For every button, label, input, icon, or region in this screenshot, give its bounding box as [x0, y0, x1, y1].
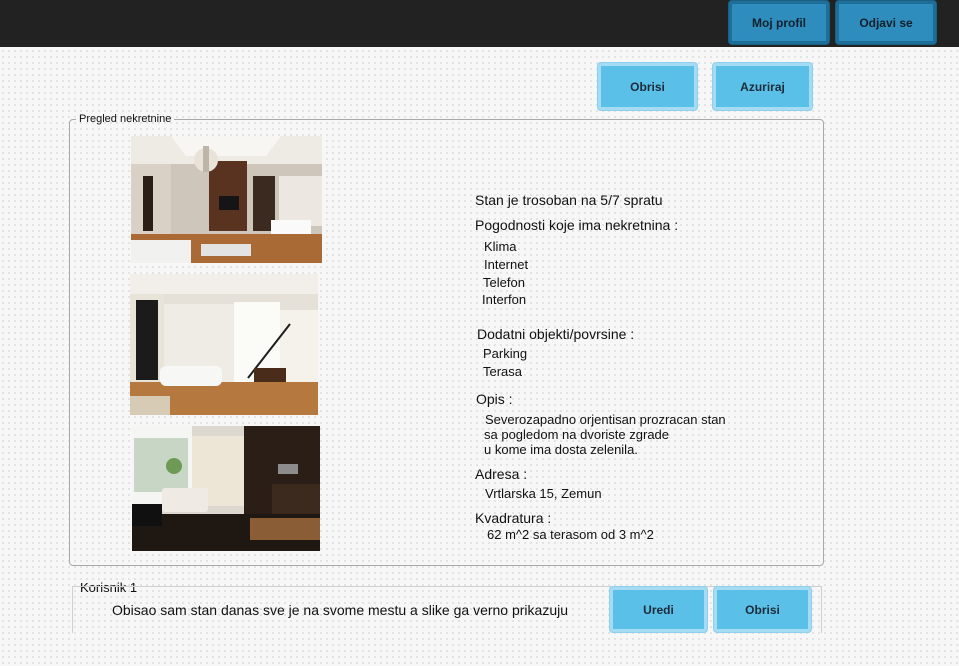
description-line: sa pogledom na dvoriste zgrade: [484, 427, 670, 442]
address-heading: Adresa :: [475, 466, 528, 482]
edit-comment-button[interactable]: Uredi: [610, 587, 707, 632]
address-value: Vrtlarska 15, Zemun: [485, 486, 602, 501]
property-photo-open-space: [130, 274, 318, 415]
amenity-item: Interfon: [482, 292, 527, 307]
extra-item: Parking: [483, 346, 528, 361]
description-heading: Opis :: [476, 391, 513, 407]
amenity-item: Klima: [484, 239, 517, 254]
description-line: u kome ima dosta zelenila.: [484, 442, 638, 457]
amenity-item: Telefon: [483, 275, 525, 290]
property-summary: Stan je trosoban na 5/7 spratu: [475, 192, 663, 208]
property-photo-living-room: [131, 136, 322, 263]
my-profile-button[interactable]: Moj profil: [729, 1, 829, 44]
extras-heading: Dodatni objekti/povrsine :: [477, 326, 635, 342]
property-photo-kitchen: [132, 426, 320, 551]
extra-item: Terasa: [483, 364, 523, 379]
area-value: 62 m^2 sa terasom od 3 m^2: [487, 527, 654, 542]
update-property-button[interactable]: Azuriraj: [713, 63, 812, 110]
delete-comment-button[interactable]: Obrisi: [714, 587, 811, 632]
amenities-heading: Pogodnosti koje ima nekretnina :: [475, 217, 679, 233]
amenity-item: Internet: [484, 257, 529, 272]
comment-text: Obisao sam stan danas sve je na svome me…: [112, 602, 569, 618]
description-line: Severozapadno orjentisan prozracan stan: [485, 412, 726, 427]
logout-button[interactable]: Odjavi se: [836, 1, 936, 44]
top-navigation-bar: Moj profil Odjavi se: [0, 0, 959, 47]
delete-property-button[interactable]: Obrisi: [598, 63, 697, 110]
area-heading: Kvadratura :: [475, 510, 552, 526]
property-overview-legend: Pregled nekretnine: [79, 113, 172, 125]
